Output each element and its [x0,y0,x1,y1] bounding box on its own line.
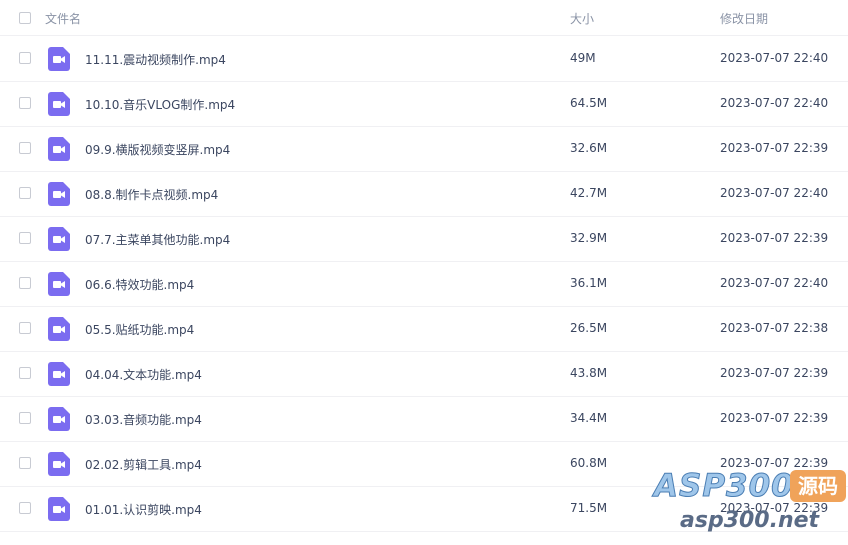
file-size: 32.6M [570,141,608,155]
file-modified-date: 2023-07-07 22:38 [720,321,829,335]
file-size: 26.5M [570,321,608,335]
file-modified-date: 2023-07-07 22:39 [720,411,829,425]
file-size: 43.8M [570,366,608,380]
file-name[interactable]: 11.11.震动视频制作.mp4 [85,51,226,68]
file-name[interactable]: 07.7.主菜单其他功能.mp4 [85,231,230,248]
file-size: 60.8M [570,456,608,470]
file-modified-date: 2023-07-07 22:40 [720,96,829,110]
row-checkbox[interactable] [19,322,31,334]
row-checkbox[interactable] [19,457,31,469]
select-all-checkbox[interactable] [19,12,31,24]
row-checkbox[interactable] [19,142,31,154]
video-file-icon [48,47,70,71]
watermark-brand: ASP300 [654,468,794,505]
row-checkbox[interactable] [19,367,31,379]
video-file-icon [48,182,70,206]
video-file-icon [48,452,70,476]
row-checkbox[interactable] [19,187,31,199]
file-row[interactable]: 11.11.震动视频制作.mp4 49M 2023-07-07 22:40 [0,36,848,82]
video-file-icon [48,92,70,116]
file-row[interactable]: 10.10.音乐VLOG制作.mp4 64.5M 2023-07-07 22:40 [0,81,848,127]
video-file-icon [48,497,70,521]
row-checkbox[interactable] [19,277,31,289]
video-file-icon [48,227,70,251]
file-size: 32.9M [570,231,608,245]
video-file-icon [48,272,70,296]
file-list: 文件名 大小 修改日期 11.11.震动视频制作.mp4 49M 2023-07-0… [0,0,848,545]
video-file-icon [48,407,70,431]
file-modified-date: 2023-07-07 22:40 [720,51,829,65]
row-checkbox[interactable] [19,502,31,514]
file-row[interactable]: 08.8.制作卡点视频.mp4 42.7M 2023-07-07 22:40 [0,171,848,217]
file-name[interactable]: 08.8.制作卡点视频.mp4 [85,186,218,203]
file-name[interactable]: 02.02.剪辑工具.mp4 [85,456,202,473]
file-row[interactable]: 06.6.特效功能.mp4 36.1M 2023-07-07 22:40 [0,261,848,307]
video-file-icon [48,137,70,161]
file-modified-date: 2023-07-07 22:39 [720,366,829,380]
watermark-url: asp300.net [680,508,820,533]
file-name[interactable]: 05.5.贴纸功能.mp4 [85,321,194,338]
video-file-icon [48,362,70,386]
file-size: 34.4M [570,411,608,425]
file-name[interactable]: 10.10.音乐VLOG制作.mp4 [85,96,235,113]
watermark-logo: ASP300 源码 asp300.net [650,466,848,542]
row-checkbox[interactable] [19,97,31,109]
video-file-icon [48,317,70,341]
file-modified-date: 2023-07-07 22:39 [720,231,829,245]
file-size: 64.5M [570,96,608,110]
row-checkbox[interactable] [19,52,31,64]
file-size: 49M [570,51,596,65]
file-name[interactable]: 06.6.特效功能.mp4 [85,276,194,293]
file-row[interactable]: 07.7.主菜单其他功能.mp4 32.9M 2023-07-07 22:39 [0,216,848,262]
column-header-date[interactable]: 修改日期 [720,10,768,27]
row-checkbox[interactable] [19,412,31,424]
file-size: 42.7M [570,186,608,200]
file-row[interactable]: 03.03.音频功能.mp4 34.4M 2023-07-07 22:39 [0,396,848,442]
file-name[interactable]: 04.04.文本功能.mp4 [85,366,202,383]
file-modified-date: 2023-07-07 22:39 [720,141,829,155]
file-modified-date: 2023-07-07 22:40 [720,276,829,290]
table-header: 文件名 大小 修改日期 [0,0,848,36]
row-checkbox[interactable] [19,232,31,244]
file-name[interactable]: 01.01.认识剪映.mp4 [85,501,202,518]
file-name[interactable]: 09.9.横版视频变竖屏.mp4 [85,141,230,158]
file-size: 36.1M [570,276,608,290]
file-row[interactable]: 09.9.横版视频变竖屏.mp4 32.6M 2023-07-07 22:39 [0,126,848,172]
file-modified-date: 2023-07-07 22:40 [720,186,829,200]
watermark-badge: 源码 [790,470,846,502]
file-row[interactable]: 04.04.文本功能.mp4 43.8M 2023-07-07 22:39 [0,351,848,397]
file-size: 71.5M [570,501,608,515]
column-header-size[interactable]: 大小 [570,10,594,27]
file-name[interactable]: 03.03.音频功能.mp4 [85,411,202,428]
column-header-name[interactable]: 文件名 [45,10,81,27]
file-row[interactable]: 05.5.贴纸功能.mp4 26.5M 2023-07-07 22:38 [0,306,848,352]
